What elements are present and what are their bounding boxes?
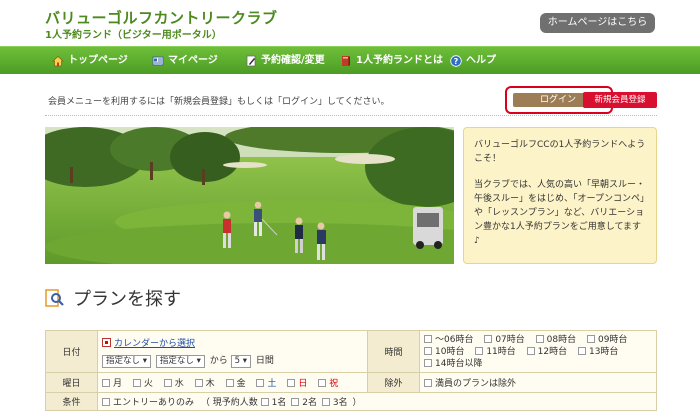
nav-label: トップページ bbox=[68, 55, 128, 66]
nav-item-mypage[interactable]: マイページ bbox=[152, 47, 218, 75]
weekday-option[interactable]: 日 bbox=[287, 376, 307, 389]
count-option[interactable]: 3名 bbox=[321, 395, 348, 408]
current-count-label: （ 現予約人数 bbox=[200, 398, 258, 408]
time-option[interactable]: 13時台 bbox=[577, 346, 618, 358]
nav-item-about[interactable]: 1人予約ランドとは bbox=[340, 47, 443, 75]
month-select[interactable]: 指定なし ▾ bbox=[102, 354, 151, 368]
svg-text:?: ? bbox=[454, 57, 459, 66]
hero-image bbox=[45, 127, 454, 264]
time-label: 時間 bbox=[367, 330, 420, 373]
day-select[interactable]: 指定なし ▾ bbox=[155, 354, 205, 368]
homepage-button[interactable]: ホームページはこちら bbox=[540, 13, 655, 33]
site-title[interactable]: バリューゴルフカントリークラブ bbox=[45, 7, 278, 28]
calendar-link[interactable]: カレンダーから選択 bbox=[114, 339, 195, 349]
calendar-icon bbox=[102, 337, 111, 347]
weekday-option[interactable]: 金 bbox=[225, 376, 246, 389]
weekday-option[interactable]: 土 bbox=[256, 376, 276, 389]
days-select[interactable]: 5 ▾ bbox=[230, 354, 251, 368]
weekday-option[interactable]: 木 bbox=[194, 376, 215, 389]
time-option[interactable]: 07時台 bbox=[484, 334, 525, 346]
time-option[interactable]: 11時台 bbox=[475, 346, 516, 358]
exclude-label: 除外 bbox=[367, 372, 420, 393]
exclude-cell: 満員のプランは除外 bbox=[419, 372, 657, 393]
count-option[interactable]: 2名 bbox=[291, 395, 317, 408]
register-button[interactable]: 新規会員登録 bbox=[583, 92, 657, 108]
time-option[interactable]: 09時台 bbox=[586, 334, 627, 346]
plan-intro-text: 当クラブでは、人気の高い「早朝スルー・午後スルー」をはじめ、「オープンコンペ」や… bbox=[474, 180, 646, 246]
magnifier-icon bbox=[45, 289, 64, 307]
main-nav: トップページ マイページ 予約確認/変更 1人予約ランドとは ? ヘルプ bbox=[0, 46, 700, 74]
nav-item-top[interactable]: トップページ bbox=[52, 47, 128, 75]
site-header: バリューゴルフカントリークラブ 1人予約ランド（ビジター用ポータル） ホームペー… bbox=[0, 0, 700, 46]
condition-cell: エントリーありのみ （ 現予約人数 1名 2名 3名 ） bbox=[97, 392, 657, 411]
site-subtitle: 1人予約ランド（ビジター用ポータル） bbox=[45, 30, 222, 41]
time-option[interactable]: 14時台以降 bbox=[424, 358, 482, 370]
help-icon: ? bbox=[450, 55, 462, 67]
weekday-cell: 月 火 水 木 金 土 日 祝 bbox=[97, 372, 368, 393]
count-option[interactable]: 1名 bbox=[260, 395, 286, 408]
close-paren: ） bbox=[352, 398, 362, 408]
plan-search-form: 日付 カレンダーから選択 指定なし ▾ 指定なし ▾ から 5 ▾ 日間 時間 … bbox=[45, 330, 657, 411]
from-text: から bbox=[209, 355, 228, 366]
golf-course-photo bbox=[45, 127, 454, 264]
date-label: 日付 bbox=[45, 330, 98, 373]
days-text: 日間 bbox=[255, 355, 274, 366]
condition-label: 条件 bbox=[45, 392, 98, 411]
weekday-option[interactable]: 祝 bbox=[318, 376, 338, 389]
nav-label: 1人予約ランドとは bbox=[356, 55, 443, 66]
nav-label: マイページ bbox=[168, 55, 218, 66]
nav-label: ヘルプ bbox=[466, 55, 496, 66]
time-option[interactable]: ～06時台 bbox=[424, 334, 473, 346]
welcome-text: バリューゴルフCCの1人予約ランドへようこそ！ bbox=[474, 140, 646, 164]
time-cell: ～06時台 07時台 08時台 09時台 10時台 11時台 12時台 13時台… bbox=[419, 330, 657, 373]
weekday-label: 曜日 bbox=[45, 372, 98, 393]
mypage-icon bbox=[152, 56, 164, 66]
book-icon bbox=[342, 56, 350, 66]
weekday-option[interactable]: 月 bbox=[102, 376, 122, 389]
home-icon bbox=[52, 56, 64, 67]
nav-item-help[interactable]: ? ヘルプ bbox=[450, 47, 496, 75]
time-option[interactable]: 10時台 bbox=[424, 346, 464, 358]
nav-item-reservation[interactable]: 予約確認/変更 bbox=[245, 47, 325, 75]
weekday-option[interactable]: 火 bbox=[132, 376, 153, 389]
nav-label: 予約確認/変更 bbox=[261, 55, 325, 66]
welcome-info-box: バリューゴルフCCの1人予約ランドへようこそ！ 当クラブでは、人気の高い「早朝ス… bbox=[463, 127, 657, 264]
exclude-full-option[interactable]: 満員のプランは除外 bbox=[424, 376, 516, 389]
time-option[interactable]: 12時台 bbox=[526, 346, 567, 358]
notice-row: 会員メニューを利用するには「新規会員登録」もしくは「ログイン」してください。 ロ… bbox=[45, 86, 657, 116]
entry-only-option[interactable]: エントリーありのみ bbox=[102, 395, 194, 408]
notice-text: 会員メニューを利用するには「新規会員登録」もしくは「ログイン」してください。 bbox=[48, 97, 390, 107]
pencil-icon bbox=[246, 55, 256, 67]
date-cell: カレンダーから選択 指定なし ▾ 指定なし ▾ から 5 ▾ 日間 bbox=[97, 330, 368, 373]
weekday-option[interactable]: 水 bbox=[163, 376, 184, 389]
time-option[interactable]: 08時台 bbox=[535, 334, 576, 346]
plan-search-heading: プランを探す bbox=[45, 285, 181, 311]
section-title-text: プランを探す bbox=[73, 289, 181, 310]
